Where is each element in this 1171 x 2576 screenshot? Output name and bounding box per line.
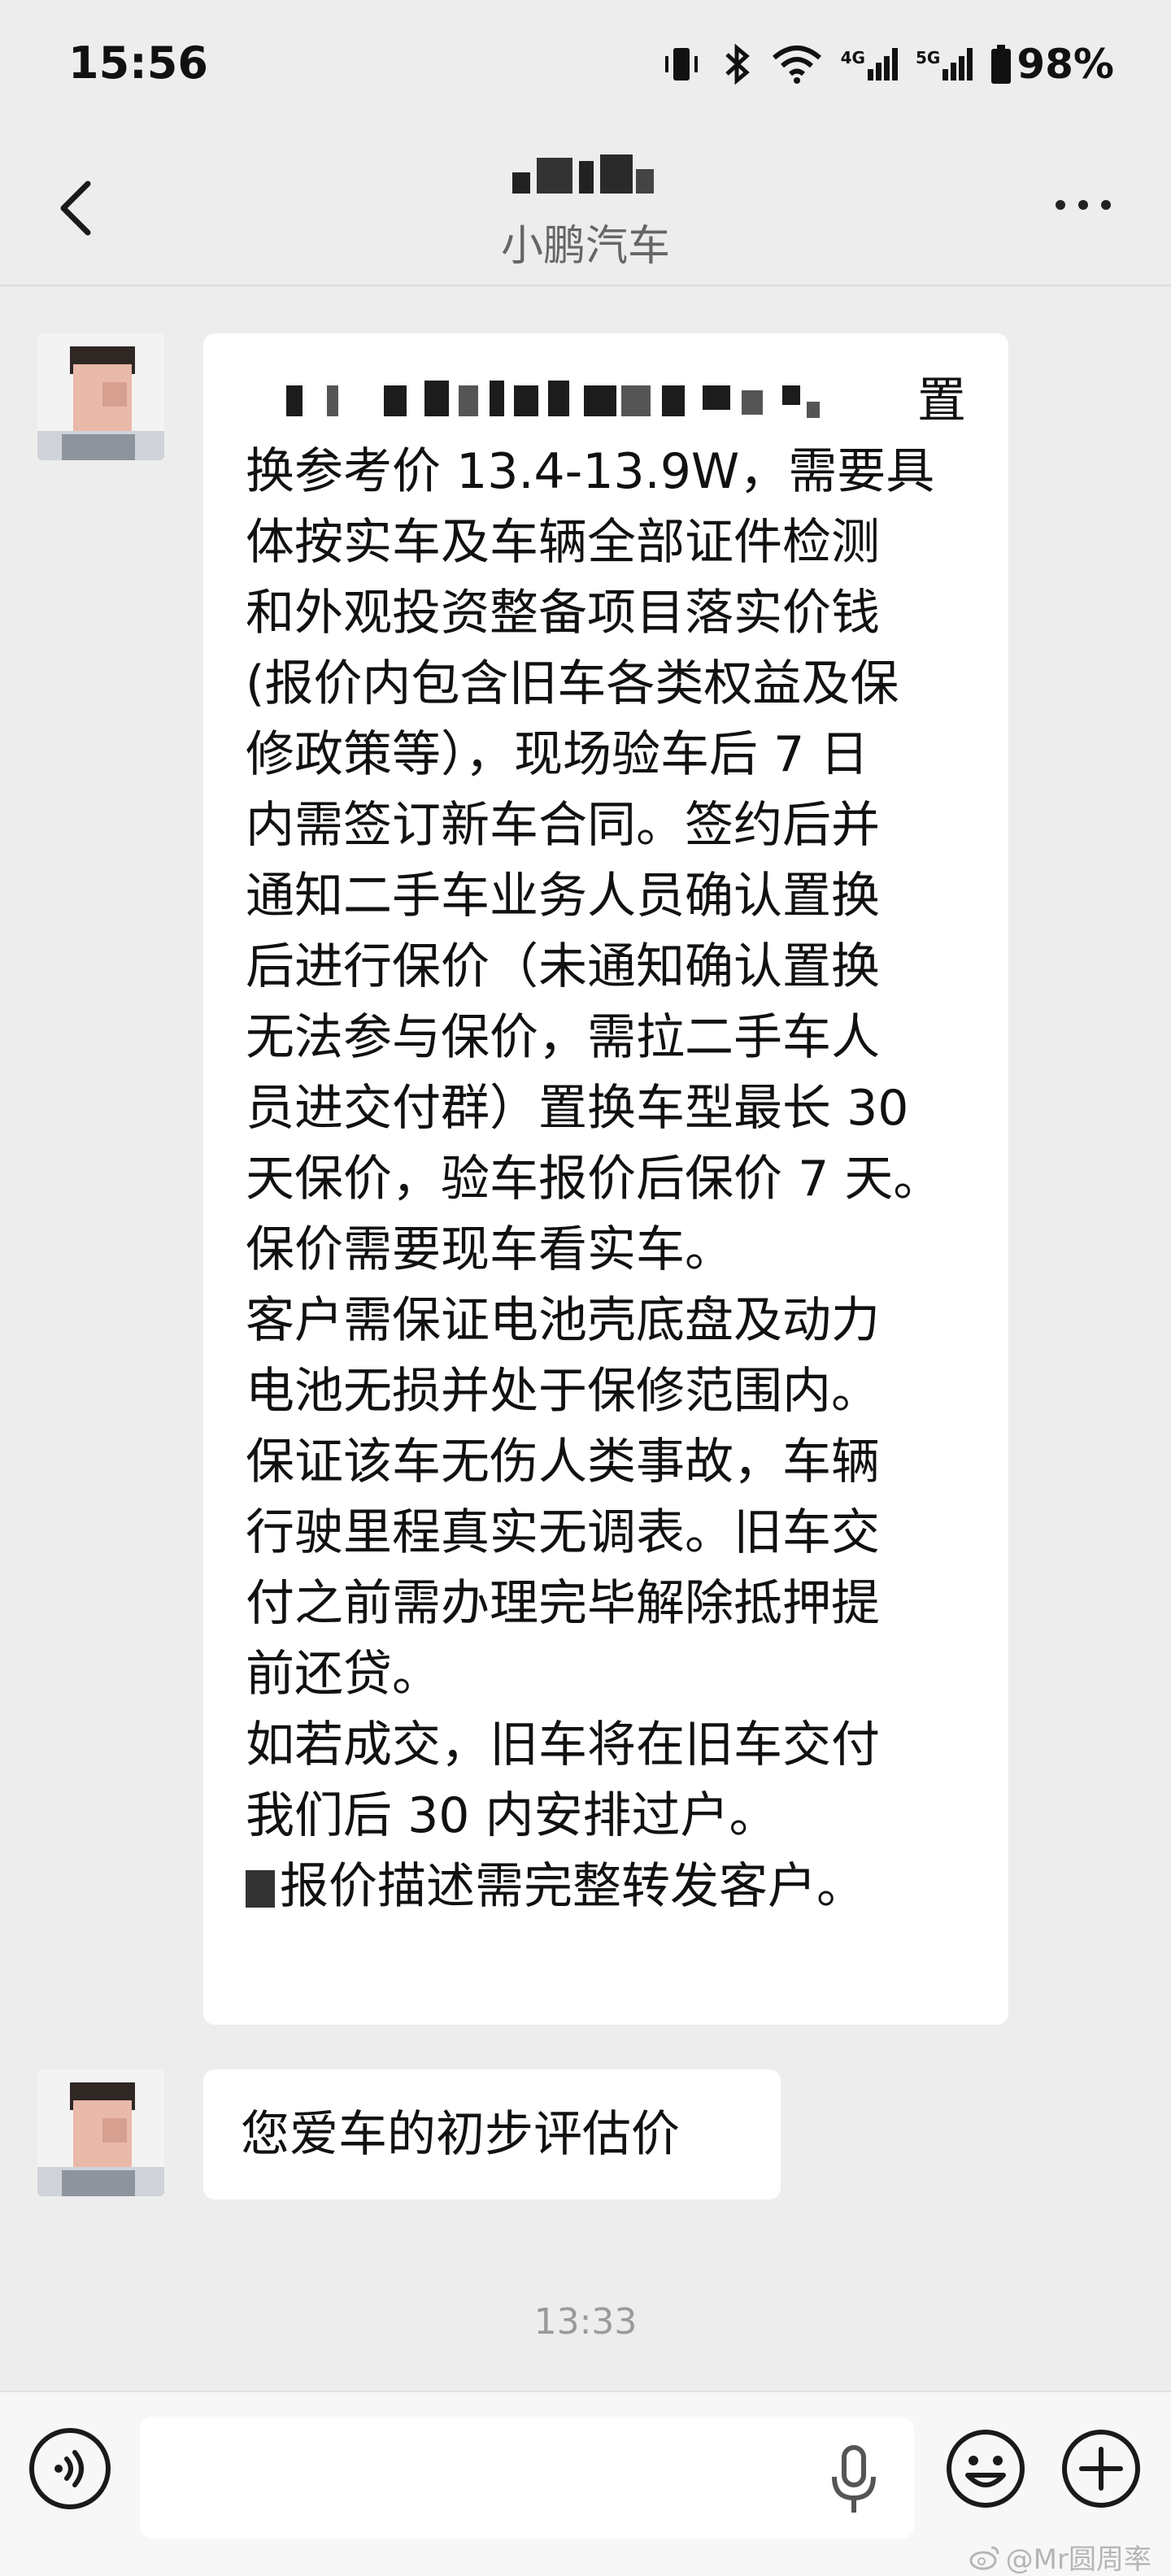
message-first-line: 置: [246, 366, 966, 437]
voice-button[interactable]: [29, 2428, 111, 2509]
bluetooth-icon: [725, 43, 750, 85]
avatar[interactable]: [37, 333, 164, 460]
battery-icon: 98%: [990, 41, 1114, 88]
redacted-text: [286, 385, 303, 416]
message-timestamp: 13:33: [533, 2301, 638, 2343]
chat-header: 小鹏汽车: [0, 138, 1171, 286]
message-bubble[interactable]: 置 换参考价 13.4-13.9W，需要具 体按实车及车辆全部证件检测 和外观投…: [203, 333, 1008, 2025]
chat-subtitle: 小鹏汽车: [500, 222, 670, 271]
more-dots-icon: [1056, 200, 1065, 210]
watermark: @Mr圆周率: [969, 2537, 1151, 2576]
battery-level: 98%: [1016, 41, 1114, 88]
message-text: 置: [917, 372, 966, 429]
message-text: 换参考价 13.4-13.9W，需要具 体按实车及车辆全部证件检测 和外观投资整…: [246, 443, 942, 1844]
vibrate-icon: [664, 48, 698, 80]
signal-5g-icon: 5G: [916, 48, 973, 80]
message-text: 报价描述需完整转发客户。: [280, 1858, 865, 1915]
header-divider: [0, 285, 1171, 286]
message-last-line: 报价描述需完整转发客户。: [246, 1852, 966, 1922]
message-input[interactable]: [140, 2417, 914, 2539]
emoji-icon[interactable]: [943, 2426, 1028, 2511]
wifi-icon: [772, 46, 821, 84]
signal-4g-icon: 4G: [841, 48, 898, 80]
avatar[interactable]: [37, 2069, 164, 2196]
chat-title-redacted: [504, 150, 659, 207]
status-bar: 15:56 4G 5G 98%: [0, 0, 1171, 130]
mic-icon[interactable]: [821, 2439, 886, 2521]
redacted-text: [246, 1870, 275, 1908]
message-text: 您爱车的初步评估价: [241, 2106, 680, 2163]
status-icons: 4G 5G 98%: [660, 41, 1114, 88]
voice-icon: [54, 2450, 84, 2487]
plus-icon[interactable]: [1059, 2426, 1143, 2511]
status-time: 15:56: [68, 37, 208, 89]
weibo-logo-icon: [969, 2546, 999, 2569]
more-button[interactable]: [1056, 200, 1111, 210]
watermark-text: @Mr圆周率: [1005, 2543, 1151, 2576]
message-bubble[interactable]: 您爱车的初步评估价: [203, 2069, 781, 2200]
